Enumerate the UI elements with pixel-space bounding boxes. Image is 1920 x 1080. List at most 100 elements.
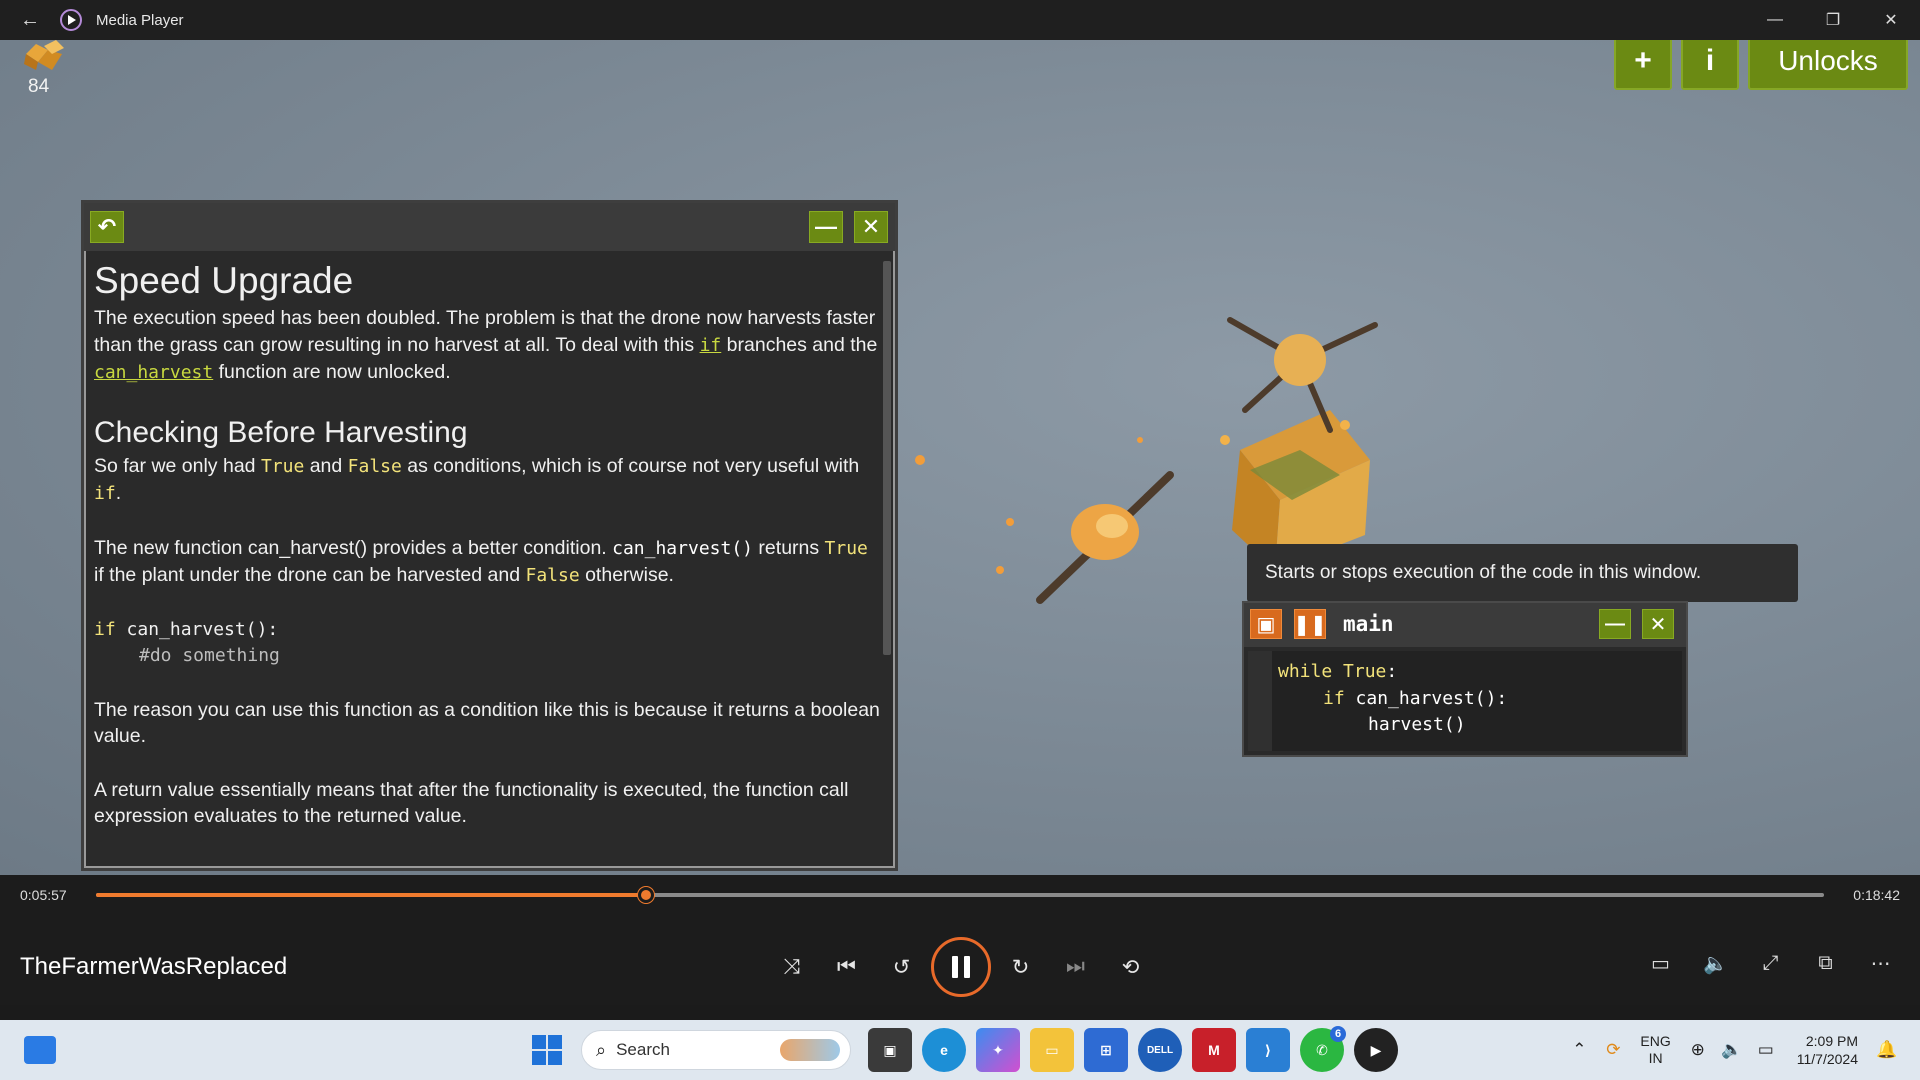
language-indicator[interactable]: ENG IN — [1640, 1033, 1670, 1067]
clock-time: 2:09 PM — [1805, 1033, 1858, 1049]
top-right-buttons: + i Unlocks — [1614, 40, 1908, 90]
add-button[interactable]: + — [1614, 40, 1672, 90]
window-controls: — ❐ ✕ — [1746, 0, 1920, 40]
info-scrollbar[interactable] — [883, 261, 891, 655]
rewind-10-icon[interactable]: ↺ — [874, 942, 929, 992]
text: if the plant under the drone can be harv… — [94, 564, 526, 586]
keyword-true: True — [260, 455, 305, 477]
minimize-info-icon[interactable]: — — [809, 211, 843, 243]
minimize-icon[interactable]: — — [1746, 0, 1804, 40]
pause-button[interactable] — [931, 937, 991, 997]
mcafee-icon[interactable]: M — [1192, 1028, 1236, 1072]
text: function are now unlocked. — [213, 361, 451, 383]
edge-icon[interactable]: e — [922, 1028, 966, 1072]
unlocks-button[interactable]: Unlocks — [1748, 40, 1908, 90]
volume-icon[interactable]: 🔈 — [1688, 947, 1743, 979]
code-editor[interactable]: while True: if can_harvest(): harvest() — [1248, 651, 1682, 751]
close-code-icon[interactable]: ✕ — [1642, 609, 1674, 639]
code-window: ▣ ❚❚ main — ✕ while True: if can_harvest… — [1242, 601, 1688, 757]
text: So far we only had — [94, 454, 261, 477]
miniplayer-icon[interactable]: ⧉ — [1798, 947, 1853, 979]
info-button[interactable]: i — [1681, 40, 1739, 90]
shuffle-icon[interactable]: ⤨ — [764, 942, 819, 992]
search-highlight-icon — [780, 1039, 840, 1061]
text: . — [115, 482, 122, 504]
info-content: Speed Upgrade The execution speed has be… — [94, 251, 881, 868]
system-tray: ⌃ ⟳ ENG IN ⊕ 🔈 ▭ 2:09 PM 11/7/2024 🔔 — [1562, 1028, 1904, 1072]
task-view-icon[interactable]: ▣ — [868, 1028, 912, 1072]
keyword-false: False — [525, 565, 580, 586]
code-text: can_harvest(): — [115, 618, 279, 640]
pause-icon[interactable]: ❚❚ — [1293, 609, 1327, 639]
code-line-harvest: harvest() — [1368, 714, 1466, 735]
battery-icon[interactable]: ▭ — [1749, 1040, 1783, 1060]
vscode-icon[interactable]: ⟩ — [1246, 1028, 1290, 1072]
dell-icon[interactable]: DELL — [1138, 1028, 1182, 1072]
search-label: Search — [616, 1040, 670, 1059]
file-explorer-icon[interactable]: ▭ — [1030, 1028, 1074, 1072]
run-stop-icon[interactable]: ▣ — [1250, 609, 1282, 639]
paragraph-1: The execution speed has been doubled. Th… — [94, 305, 881, 387]
repeat-icon[interactable]: ⟲ — [1103, 942, 1158, 992]
text: otherwise. — [579, 564, 674, 586]
seek-bar[interactable] — [96, 887, 1824, 903]
code-can-harvest: can_harvest() — [612, 537, 754, 559]
whatsapp-icon[interactable]: ✆ 6 — [1300, 1026, 1346, 1072]
keyword-true: True — [824, 537, 868, 559]
title-bar: ← Media Player — ❐ ✕ — [0, 0, 1920, 40]
close-info-icon[interactable]: ✕ — [854, 211, 888, 243]
heading-checking: Checking Before Harvesting — [94, 415, 468, 449]
text: as conditions, which is of course not ve… — [401, 454, 860, 477]
chevron-up-icon[interactable]: ⌃ — [1562, 1040, 1596, 1060]
drone-left — [1036, 471, 1174, 604]
code-comment: #do something — [139, 645, 280, 666]
notification-bell-icon[interactable]: 🔔 — [1870, 1040, 1904, 1060]
player-controls: 0:05:57 0:18:42 TheFarmerWasReplaced ⤨ ⏮… — [0, 875, 1920, 1005]
lang-region: IN — [1648, 1050, 1663, 1066]
restore-icon[interactable]: ❐ — [1804, 0, 1862, 40]
minimize-code-icon[interactable]: — — [1599, 609, 1631, 639]
forward-30-icon[interactable]: ↻ — [993, 942, 1048, 992]
media-title: TheFarmerWasReplaced — [20, 953, 288, 980]
whatsapp-badge: 6 — [1330, 1026, 1346, 1042]
video-frame[interactable]: 84 + i Unlocks ↶ — ✕ Speed Upgrade The e… — [0, 40, 1920, 875]
network-icon[interactable]: ⊕ — [1681, 1040, 1715, 1060]
fullscreen-icon[interactable]: ⤢ — [1743, 947, 1798, 979]
window-title: Media Player — [96, 11, 184, 29]
hay-resource-icon — [24, 40, 64, 70]
store-icon[interactable]: ⊞ — [1084, 1028, 1128, 1072]
keyword-if: if — [1323, 687, 1345, 709]
search-icon: ⌕ — [596, 1039, 607, 1060]
back-icon[interactable]: ↶ — [90, 211, 124, 243]
speaker-icon[interactable]: 🔈 — [1715, 1040, 1749, 1060]
clock[interactable]: 2:09 PM 11/7/2024 — [1797, 1032, 1858, 1068]
heading-speed-upgrade: Speed Upgrade — [94, 260, 354, 301]
paragraph-4: The reason you can use this function as … — [94, 698, 880, 748]
total-time: 0:18:42 — [1853, 887, 1900, 903]
start-icon[interactable] — [525, 1028, 569, 1072]
taskbar-center: ⌕ Search ▣ e ✦ ▭ ⊞ DELL M ⟩ ✆ 6 ▶ — [525, 1026, 1403, 1072]
clock-date: 11/7/2024 — [1796, 1051, 1858, 1067]
copilot-icon[interactable]: ✦ — [976, 1028, 1020, 1072]
sync-icon[interactable]: ⟳ — [1596, 1040, 1630, 1060]
close-window-icon[interactable]: ✕ — [1862, 0, 1920, 40]
taskbar-search[interactable]: ⌕ Search — [581, 1030, 851, 1070]
text: branches and the — [721, 333, 878, 356]
seek-bar-thumb[interactable] — [637, 887, 654, 903]
text: The new function can_harvest() provides … — [94, 536, 613, 559]
captions-icon[interactable]: ▭ — [1633, 947, 1688, 979]
next-icon[interactable]: ⏭ — [1048, 942, 1103, 992]
back-arrow-icon[interactable]: ← — [0, 9, 60, 32]
code-window-header: ▣ ❚❚ main — ✕ — [1244, 603, 1686, 647]
paragraph-3: The new function can_harvest() provides … — [94, 535, 881, 590]
can-harvest-link[interactable]: can_harvest — [94, 362, 213, 383]
if-link[interactable]: if — [700, 335, 722, 356]
media-player-taskbar-icon[interactable]: ▶ — [1354, 1028, 1398, 1072]
right-controls: ▭ 🔈 ⤢ ⧉ ⋯ — [1633, 947, 1908, 979]
widgets-icon[interactable] — [24, 1036, 56, 1064]
taskbar: ⌕ Search ▣ e ✦ ▭ ⊞ DELL M ⟩ ✆ 6 ▶ ⌃ ⟳ ENG… — [0, 1020, 1920, 1080]
resource-count: 84 — [28, 76, 50, 97]
drone-top-body — [1274, 334, 1326, 386]
previous-icon[interactable]: ⏮ — [819, 942, 874, 992]
more-options-icon[interactable]: ⋯ — [1853, 947, 1908, 979]
